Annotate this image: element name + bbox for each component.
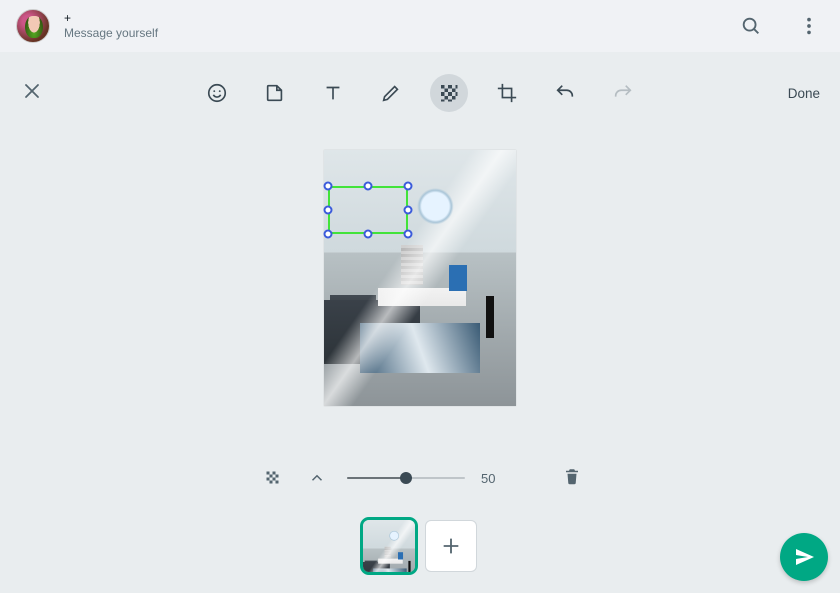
avatar[interactable]	[16, 9, 50, 43]
selection-handle-w[interactable]	[324, 206, 333, 215]
thumbnail-1[interactable]	[363, 520, 415, 572]
pixelate-controls: 50	[259, 464, 581, 492]
text-tool[interactable]	[314, 74, 352, 112]
redo-tool	[604, 74, 642, 112]
editor-toolbar	[198, 74, 642, 112]
image-editor: Done	[0, 52, 840, 593]
done-button[interactable]: Done	[788, 86, 820, 101]
menu-more-icon[interactable]	[798, 15, 820, 37]
image-canvas[interactable]	[324, 150, 516, 406]
attachment-thumbnails	[363, 520, 477, 572]
emoji-tool[interactable]	[198, 74, 236, 112]
selection-handle-e[interactable]	[404, 206, 413, 215]
pixelate-selection[interactable]	[328, 186, 408, 234]
add-attachment-button[interactable]	[425, 520, 477, 572]
selection-handle-se[interactable]	[404, 230, 413, 239]
selection-handle-n[interactable]	[364, 182, 373, 191]
selection-handle-sw[interactable]	[324, 230, 333, 239]
pixelate-value: 50	[481, 471, 503, 486]
close-icon[interactable]	[23, 82, 41, 105]
selection-handle-s[interactable]	[364, 230, 373, 239]
selection-handle-ne[interactable]	[404, 182, 413, 191]
pixelate-tool[interactable]	[430, 74, 468, 112]
collapse-slider-icon[interactable]	[303, 464, 331, 492]
slider-thumb[interactable]	[400, 472, 412, 484]
pixelate-icon	[259, 464, 287, 492]
undo-tool[interactable]	[546, 74, 584, 112]
header-subtitle: Message yourself	[64, 26, 726, 41]
search-icon[interactable]	[740, 15, 762, 37]
delete-selection-icon[interactable]	[563, 466, 581, 491]
draw-tool[interactable]	[372, 74, 410, 112]
send-button[interactable]	[780, 533, 828, 581]
crop-tool[interactable]	[488, 74, 526, 112]
chat-header: + Message yourself	[0, 0, 840, 52]
header-text[interactable]: + Message yourself	[64, 11, 726, 41]
pixelate-slider[interactable]	[347, 477, 465, 479]
header-title: +	[64, 11, 726, 26]
selection-handle-nw[interactable]	[324, 182, 333, 191]
sticker-tool[interactable]	[256, 74, 294, 112]
